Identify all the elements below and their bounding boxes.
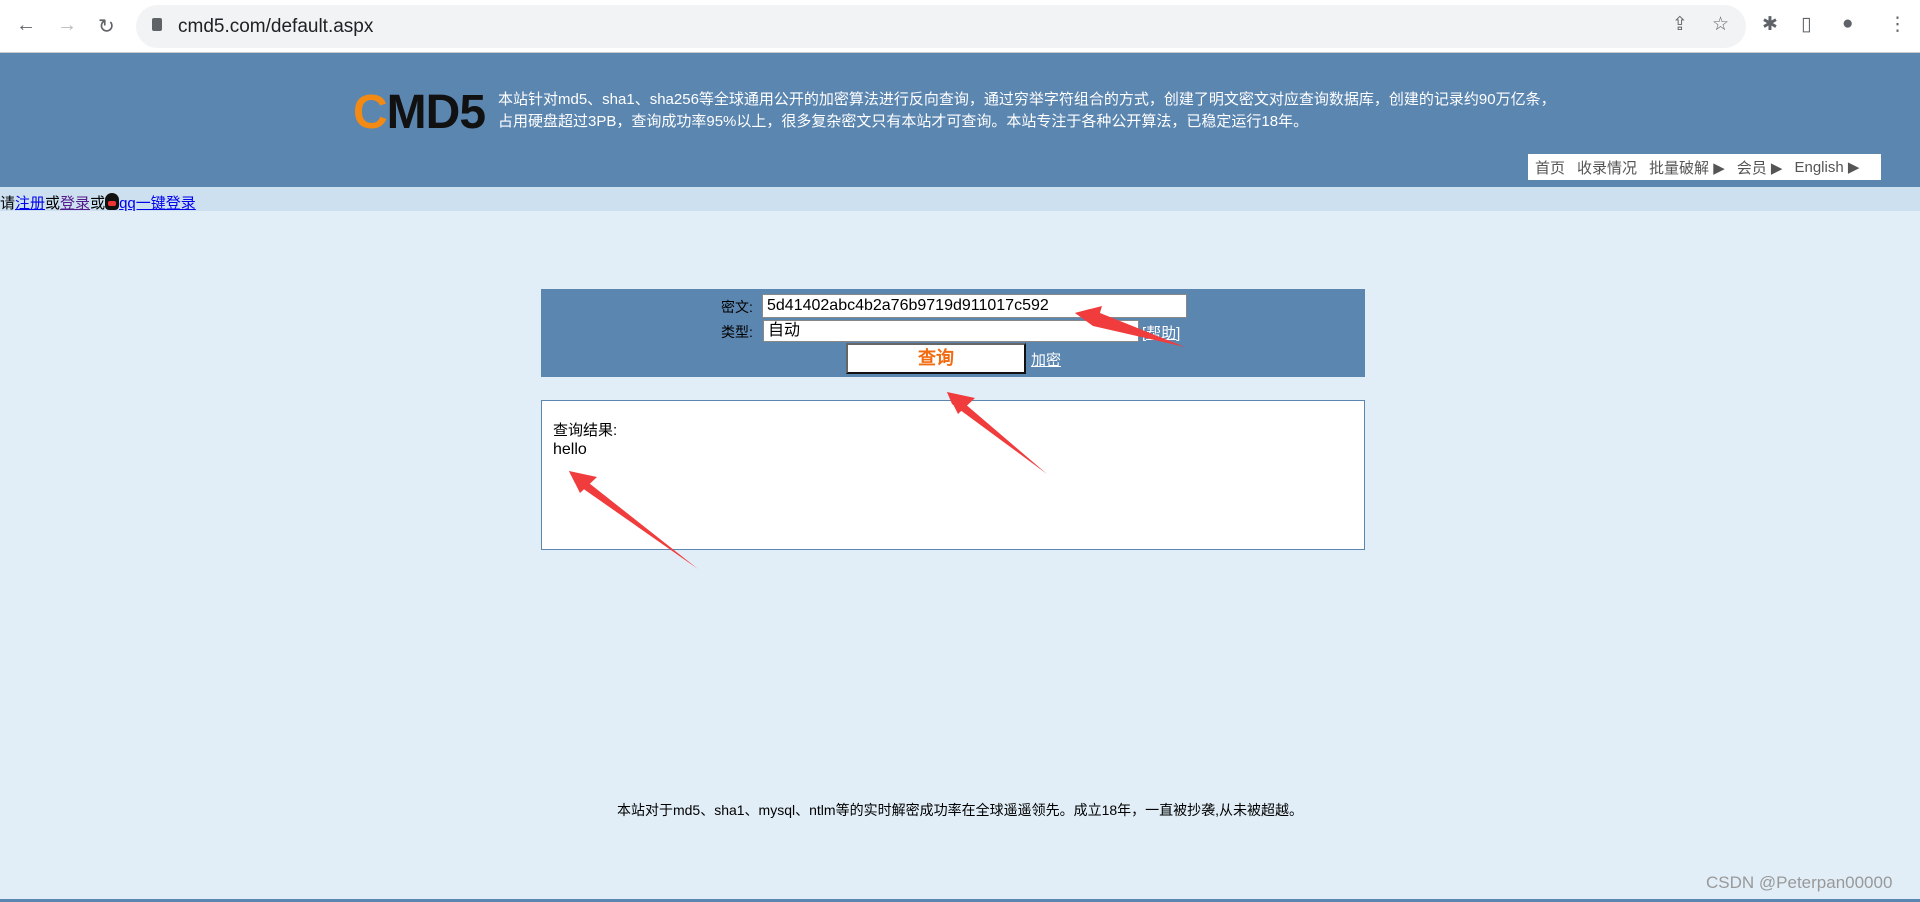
help-link[interactable]: [帮助] — [1142, 322, 1180, 343]
login-link[interactable]: 登录 — [60, 195, 90, 212]
desc-line: 本站针对md5、sha1、sha256等全球通用公开的加密算法进行反向查询，通过… — [498, 91, 1556, 108]
result-label: 查询结果: — [553, 422, 618, 439]
nav-member[interactable]: 会员 ▶ — [1737, 157, 1783, 178]
forward-icon[interactable]: → — [57, 14, 77, 37]
qq-login-link[interactable]: qq一键登录 — [119, 195, 196, 212]
query-form: 密文: 5d41402abc4b2a76b9719d911017c592 类型:… — [541, 289, 1365, 377]
logo: CMD5 — [353, 86, 486, 139]
result-value: hello — [553, 441, 587, 458]
site-description: 本站针对md5、sha1、sha256等全球通用公开的加密算法进行反向查询，通过… — [498, 89, 1556, 133]
nav-menu: 首页 收录情况 批量破解 ▶ 会员 ▶ English ▶ — [1528, 154, 1881, 180]
url-text: cmd5.com/default.aspx — [178, 16, 374, 37]
back-icon[interactable]: ← — [16, 14, 36, 37]
site-header: CMD5 本站针对md5、sha1、sha256等全球通用公开的加密算法进行反向… — [0, 53, 1920, 187]
reload-icon[interactable]: ↻ — [98, 14, 115, 39]
register-link[interactable]: 注册 — [15, 195, 45, 212]
profile-icon[interactable]: ● — [1842, 13, 1853, 35]
star-icon[interactable]: ☆ — [1712, 13, 1729, 36]
nav-records[interactable]: 收录情况 — [1577, 157, 1637, 178]
share-icon[interactable]: ⇪ — [1672, 13, 1688, 36]
login-bar: 请注册或登录或 qq一键登录 — [0, 192, 196, 213]
type-select[interactable]: 自动 ▾ — [763, 320, 1139, 342]
lock-icon — [152, 18, 162, 31]
cipher-input[interactable]: 5d41402abc4b2a76b9719d911017c592 — [762, 294, 1187, 318]
desc-line: 占用硬盘超过3PB，查询成功率95%以上，很多复杂密文只有本站才可查询。本站专注… — [498, 113, 1309, 130]
side-panel-icon[interactable]: ▯ — [1801, 13, 1811, 36]
footer-text: 本站对于md5、sha1、mysql、ntlm等的实时解密成功率在全球遥遥领先。… — [616, 802, 1304, 818]
nav-home[interactable]: 首页 — [1535, 157, 1565, 178]
chevron-down-icon: ▾ — [1128, 325, 1134, 336]
menu-icon[interactable]: ⋮ — [1888, 13, 1907, 36]
nav-batch[interactable]: 批量破解 ▶ — [1649, 157, 1725, 178]
browser-toolbar: ← → ↻ cmd5.com/default.aspx ⇪ ☆ ✱ ▯ ● ⋮ — [0, 0, 1920, 53]
or-text: 或 — [90, 195, 106, 212]
login-strip — [0, 187, 1920, 211]
query-button[interactable]: 查询 — [846, 343, 1026, 374]
result-box: 查询结果: hello — [541, 400, 1365, 550]
qq-icon — [105, 193, 120, 210]
cipher-label: 密文: — [721, 299, 753, 315]
watermark: CSDN @Peterpan00000 — [1706, 873, 1893, 892]
extensions-icon[interactable]: ✱ — [1762, 13, 1778, 36]
or-text: 或 — [45, 195, 61, 212]
type-value: 自动 — [768, 322, 801, 339]
type-label: 类型: — [721, 324, 753, 340]
nav-english[interactable]: English ▶ — [1794, 158, 1859, 176]
encrypt-link[interactable]: 加密 — [1031, 349, 1061, 370]
address-bar[interactable]: cmd5.com/default.aspx — [136, 5, 1746, 48]
login-prefix: 请 — [0, 195, 16, 212]
